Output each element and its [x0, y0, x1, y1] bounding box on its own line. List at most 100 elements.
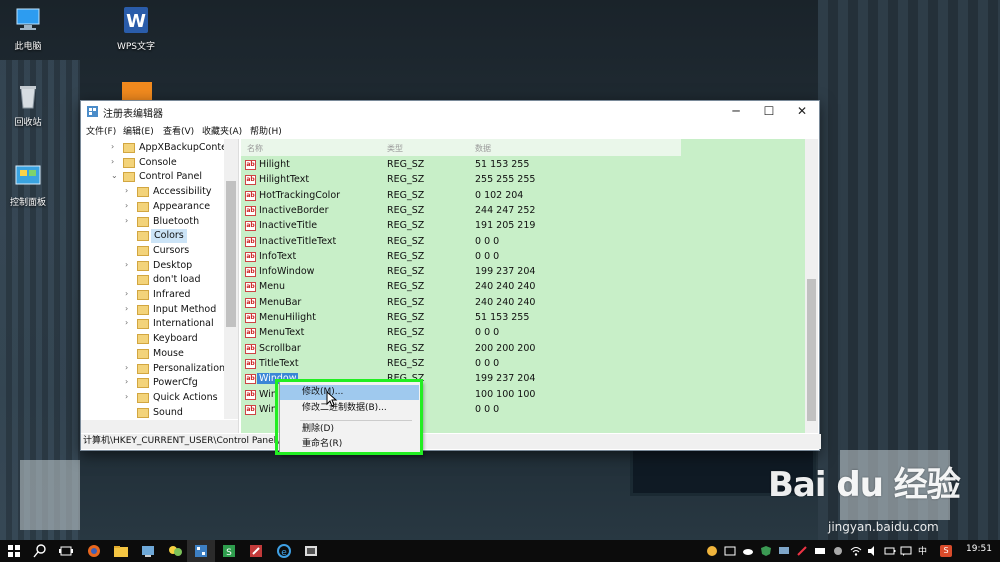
registry-value-row[interactable]: ab InactiveBorder REG_SZ 244 247 252	[241, 204, 805, 219]
registry-value-row[interactable]: ab TitleText REG_SZ 0 0 0	[241, 357, 805, 372]
tray-monitor-icon[interactable]	[778, 545, 790, 557]
network-app-icon[interactable]	[140, 543, 156, 559]
tree-scroll-thumb[interactable]	[226, 181, 236, 327]
list-scroll-thumb[interactable]	[807, 279, 816, 421]
desktop-icon-control-panel[interactable]: 控制面板	[0, 162, 56, 208]
registry-value-row[interactable]: ab HilightText REG_SZ 255 255 255	[241, 173, 805, 188]
tray-display-icon[interactable]	[724, 545, 736, 557]
status-bar-path: 计算机\HKEY_CURRENT_USER\Control Panel\C	[81, 434, 821, 449]
tree-horizontal-scrollbar[interactable]	[81, 420, 238, 433]
registry-value-row[interactable]: ab InactiveTitle REG_SZ 191 205 219	[241, 219, 805, 234]
firefox-icon[interactable]	[86, 543, 102, 559]
registry-value-row[interactable]: ab InfoWindow REG_SZ 199 237 204	[241, 265, 805, 280]
desktop-icon-wps[interactable]: W WPS文字	[108, 6, 164, 52]
value-data: 0 0 0	[475, 235, 500, 247]
expand-arrow-icon[interactable]: ›	[125, 392, 134, 401]
menu-help[interactable]: 帮助(H)	[250, 124, 282, 137]
column-name[interactable]: 名称	[247, 143, 263, 154]
desktop-icon-recycle-bin[interactable]: 回收站	[0, 82, 56, 128]
file-explorer-icon[interactable]	[113, 543, 129, 559]
value-type: REG_SZ	[387, 281, 425, 293]
clock[interactable]: 19:51	[966, 544, 992, 554]
cloud-icon[interactable]	[742, 545, 754, 557]
registry-value-row[interactable]: ab InfoText REG_SZ 0 0 0	[241, 250, 805, 265]
tree-node-label: Appearance	[153, 200, 211, 212]
desktop-icon-label: 此电脑	[14, 42, 42, 52]
value-name: MenuBar	[259, 296, 302, 308]
tray-flag-icon[interactable]	[814, 545, 826, 557]
value-data: 191 205 219	[475, 220, 536, 232]
svg-text:S: S	[226, 548, 232, 558]
expand-arrow-icon[interactable]: ›	[125, 289, 134, 298]
value-type: REG_SZ	[387, 250, 425, 262]
string-value-icon: ab	[245, 251, 256, 262]
tree-node-label: Console	[139, 156, 177, 168]
task-view-icon[interactable]	[58, 543, 74, 559]
ime-indicator[interactable]: 中	[918, 544, 927, 557]
expand-arrow-icon[interactable]: ›	[125, 186, 134, 195]
baidu-watermark: Bai du 经验	[768, 465, 961, 505]
column-data[interactable]: 数据	[475, 143, 491, 154]
registry-value-row[interactable]: ab Menu REG_SZ 240 240 240	[241, 280, 805, 295]
close-button[interactable]: ✕	[785, 101, 819, 122]
tools-app-icon[interactable]	[248, 543, 264, 559]
expand-arrow-icon[interactable]: ›	[125, 216, 134, 225]
partially-hidden-icon	[122, 82, 152, 100]
tray-tool-icon[interactable]	[796, 545, 808, 557]
expand-arrow-icon[interactable]: ›	[125, 377, 134, 386]
tray-app-icon[interactable]	[706, 545, 718, 557]
expand-arrow-icon[interactable]: ›	[125, 201, 134, 210]
chat-app-icon[interactable]	[167, 543, 183, 559]
expand-arrow-icon[interactable]: ›	[125, 363, 134, 372]
menu-view[interactable]: 查看(V)	[163, 124, 194, 137]
expand-arrow-icon[interactable]: ›	[125, 260, 134, 269]
menu-file[interactable]: 文件(F)	[86, 124, 116, 137]
value-name: Menu	[259, 281, 286, 293]
registry-value-row[interactable]: ab MenuHilight REG_SZ 51 153 255	[241, 311, 805, 326]
internet-explorer-icon[interactable]: e	[276, 543, 292, 559]
registry-value-row[interactable]: ab InactiveTitleText REG_SZ 0 0 0	[241, 235, 805, 250]
value-data: 255 255 255	[475, 174, 536, 186]
notification-icon[interactable]	[900, 545, 912, 557]
registry-value-row[interactable]: ab HotTrackingColor REG_SZ 0 102 204	[241, 189, 805, 204]
column-type[interactable]: 类型	[387, 143, 403, 154]
folder-icon	[137, 319, 149, 330]
start-icon[interactable]	[6, 543, 22, 559]
media-app-icon[interactable]	[303, 543, 319, 559]
wps-sheets-icon[interactable]: S	[221, 543, 237, 559]
menu-favorites[interactable]: 收藏夹(A)	[202, 124, 242, 137]
tray-misc-icon[interactable]	[832, 545, 844, 557]
folder-icon	[137, 245, 149, 256]
battery-icon[interactable]	[884, 545, 896, 557]
regedit-icon	[87, 106, 98, 117]
expand-arrow-icon[interactable]: ›	[125, 318, 134, 327]
value-type: REG_SZ	[387, 159, 425, 170]
expand-arrow-icon[interactable]: ›	[111, 142, 120, 151]
folder-icon	[137, 407, 149, 418]
expand-arrow-icon[interactable]: ›	[111, 157, 120, 166]
search-icon[interactable]	[32, 543, 48, 559]
string-value-icon: ab	[245, 236, 256, 247]
sogou-ime-icon[interactable]: S	[940, 545, 952, 557]
registry-value-row[interactable]: ab MenuBar REG_SZ 240 240 240	[241, 296, 805, 311]
regedit-taskbar-icon[interactable]	[193, 543, 209, 559]
tray-shield-icon[interactable]	[760, 545, 772, 557]
minimize-button[interactable]: ─	[719, 101, 753, 122]
volume-icon[interactable]	[867, 545, 879, 557]
registry-value-row[interactable]: ab Hilight REG_SZ 51 153 255	[241, 158, 805, 173]
desktop-icon-this-pc[interactable]: 此电脑	[0, 6, 56, 52]
title-bar[interactable]: 注册表编辑器 ─ ☐ ✕	[81, 101, 819, 122]
registry-value-row[interactable]: ab MenuText REG_SZ 0 0 0	[241, 326, 805, 341]
registry-value-row[interactable]: ab Scrollbar REG_SZ 200 200 200	[241, 342, 805, 357]
menu-edit[interactable]: 编辑(E)	[123, 124, 154, 137]
string-value-icon: ab	[245, 358, 256, 369]
maximize-button[interactable]: ☐	[752, 101, 786, 122]
tree-node-label: Desktop	[153, 259, 193, 271]
expand-arrow-icon[interactable]: ›	[125, 304, 134, 313]
tree-node-label: Personalization	[153, 362, 226, 374]
value-type: REG_SZ	[387, 220, 425, 232]
wifi-icon[interactable]	[850, 545, 862, 557]
key-tree[interactable]: › AppXBackupConter › Console ⌄ Control Panel ›…	[81, 139, 239, 433]
expand-arrow-icon[interactable]: ⌄	[111, 171, 120, 180]
value-data: 0 0 0	[475, 403, 500, 415]
